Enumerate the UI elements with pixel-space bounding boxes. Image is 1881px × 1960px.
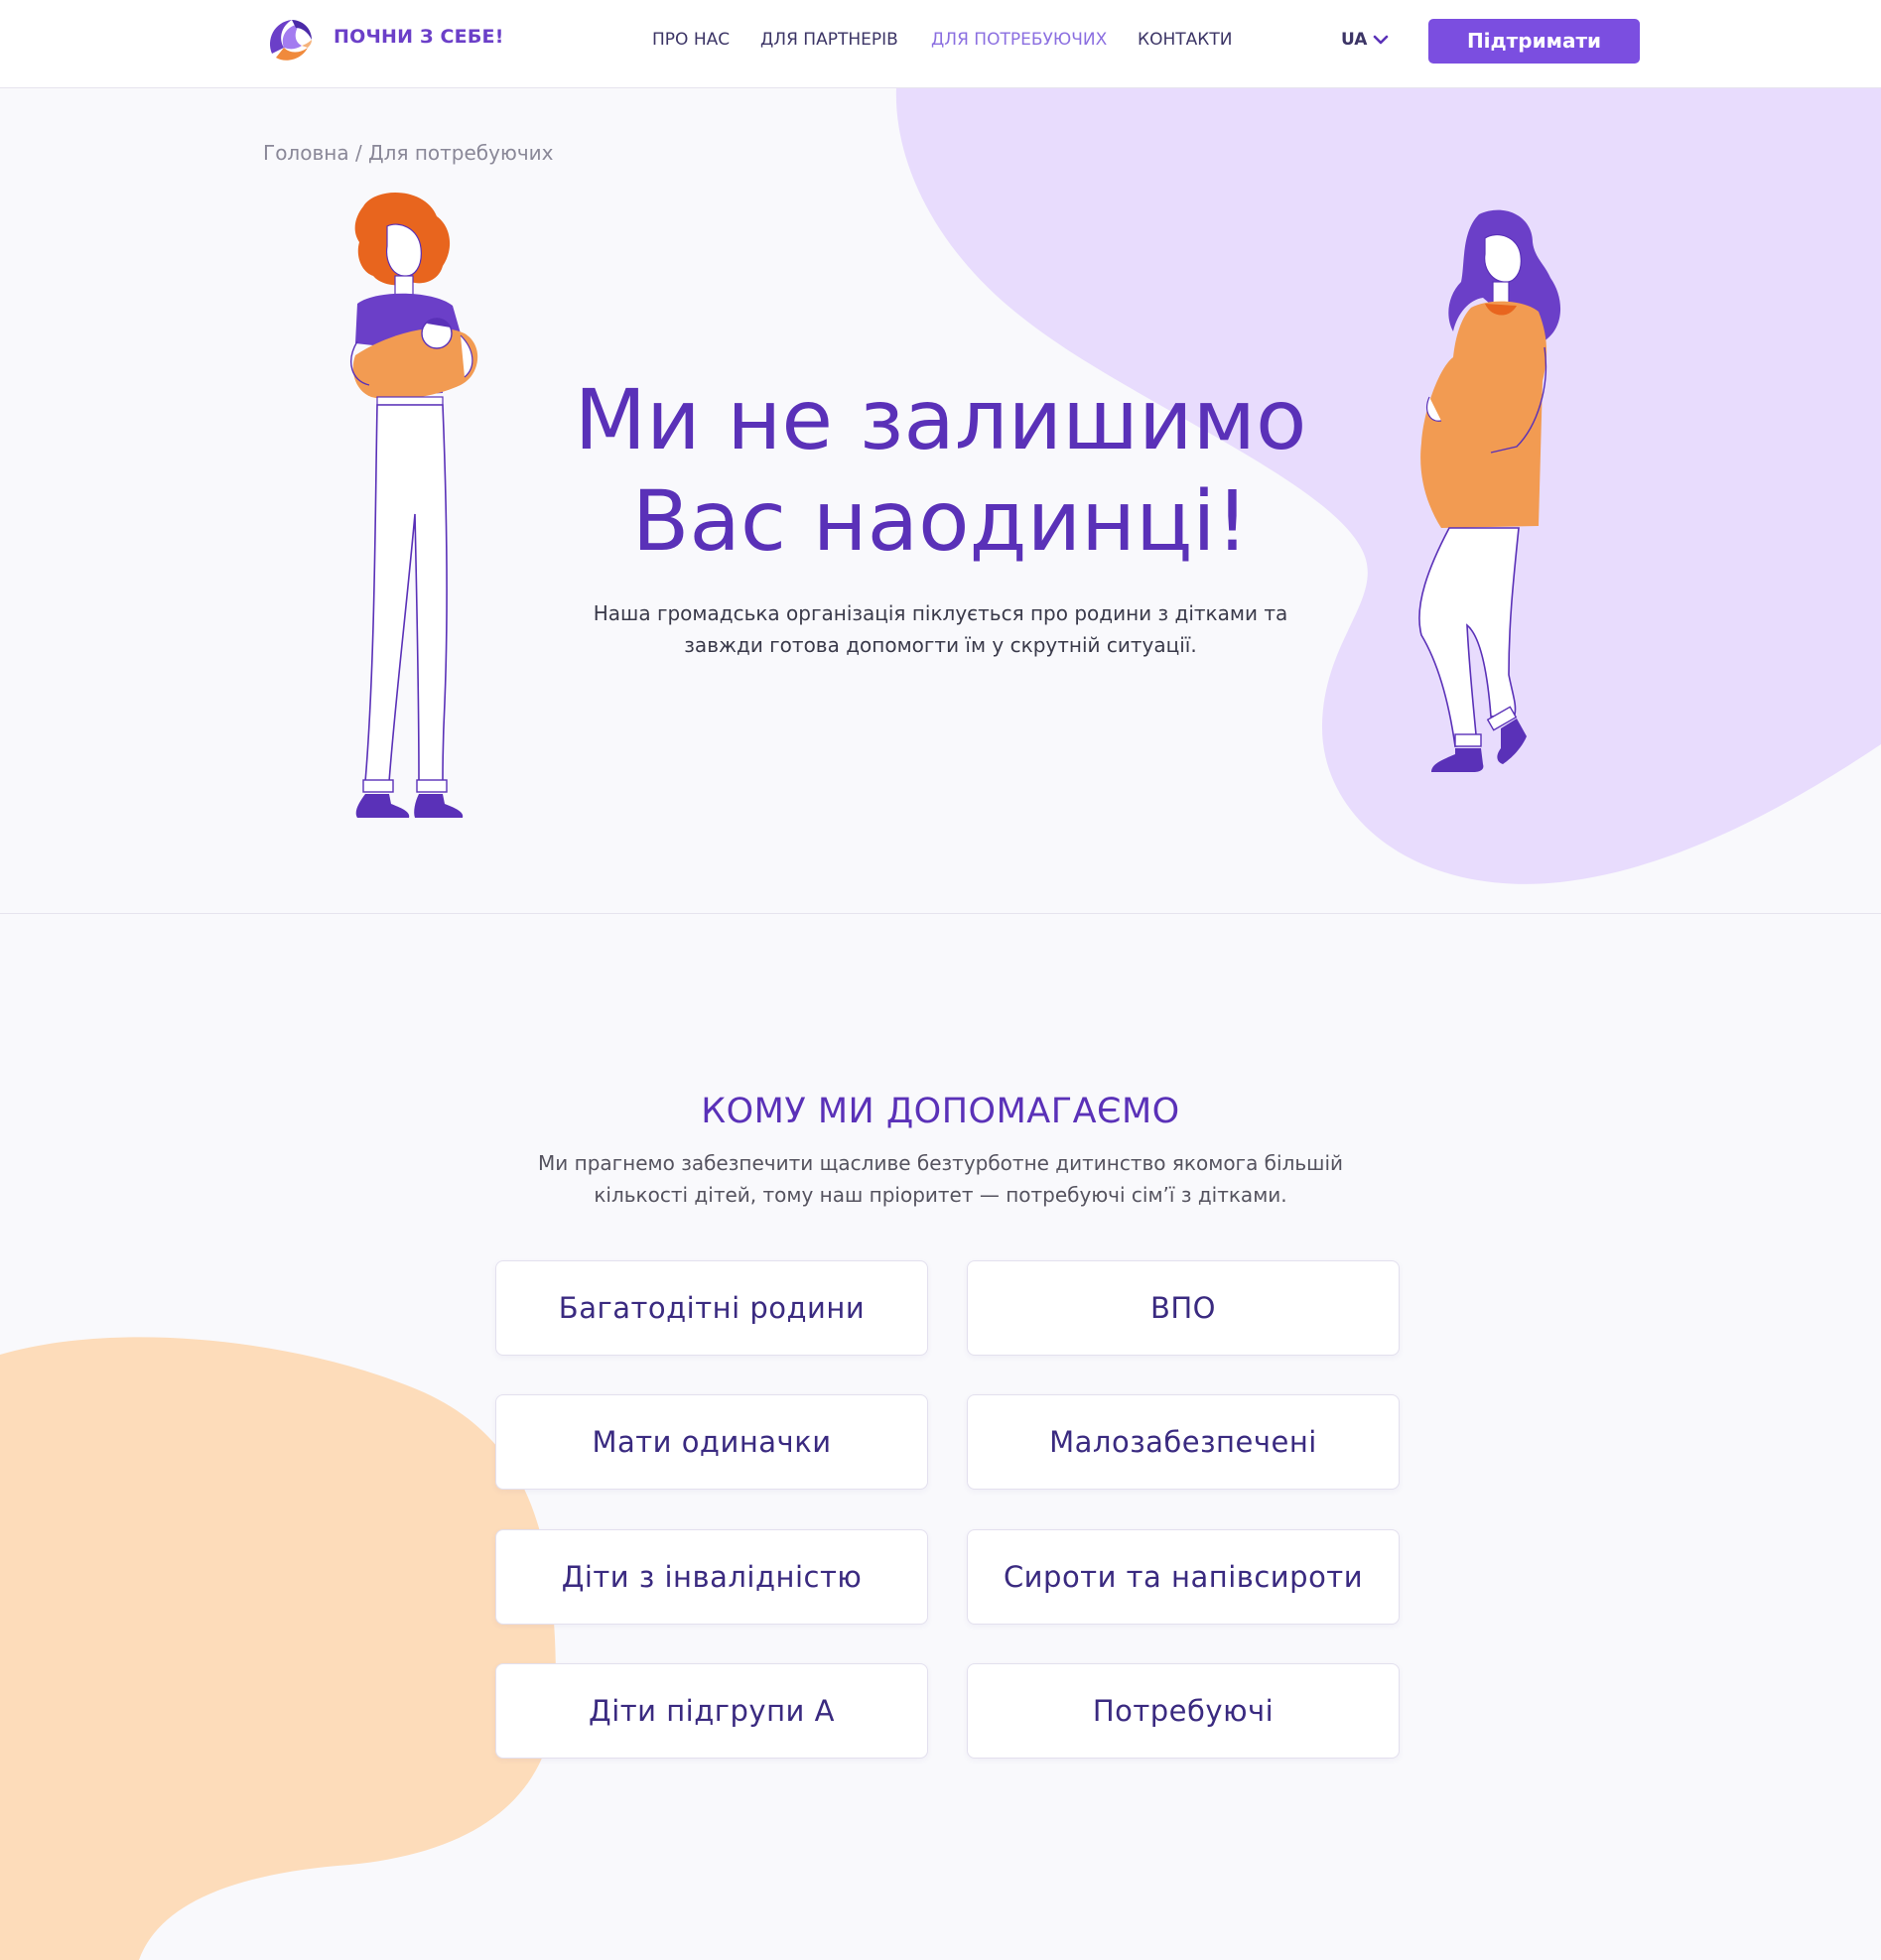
- help-subtitle-line1: Ми прагнемо забезпечити щасливе безтурбо…: [538, 1151, 1343, 1175]
- hero-subtitle-line1: Наша громадська організація піклується п…: [593, 601, 1288, 625]
- nav-about[interactable]: ПРО НАС: [652, 30, 730, 50]
- chevron-down-icon: [1374, 35, 1389, 45]
- category-card-subgroup-a[interactable]: Діти підгрупи А: [495, 1663, 928, 1759]
- language-label: UA: [1341, 30, 1368, 50]
- category-card-low-income[interactable]: Малозабезпечені: [967, 1394, 1400, 1490]
- logo-icon[interactable]: [262, 14, 318, 69]
- language-selector[interactable]: UA: [1341, 30, 1389, 50]
- logo-text[interactable]: ПОЧНИ З СЕБЕ!: [334, 26, 504, 48]
- category-card-orphans[interactable]: Сироти та напівсироти: [967, 1529, 1400, 1625]
- breadcrumb: Головна / Для потребуючих: [263, 141, 553, 165]
- help-section-title: КОМУ МИ ДОПОМАГАЄМО: [701, 1092, 1180, 1131]
- breadcrumb-current: Для потребуючих: [368, 141, 554, 165]
- hero-subtitle-line2: завжди готова допомогти їм у скрутній си…: [684, 633, 1197, 657]
- help-subtitle-line2: кількості дітей, тому наш пріоритет — по…: [594, 1183, 1287, 1207]
- category-card-idp[interactable]: ВПО: [967, 1260, 1400, 1356]
- site-header: ПОЧНИ З СЕБЕ! ПРО НАС ДЛЯ ПАРТНЕРІВ ДЛЯ …: [0, 0, 1881, 88]
- nav-in-need[interactable]: ДЛЯ ПОТРЕБУЮЧИХ: [931, 30, 1107, 50]
- category-card-single-mothers[interactable]: Мати одиначки: [495, 1394, 928, 1490]
- category-card-in-need[interactable]: Потребуючі: [967, 1663, 1400, 1759]
- hero-title-line1: Ми не залишимо: [574, 371, 1307, 468]
- category-card-disabled-children[interactable]: Діти з інвалідністю: [495, 1529, 928, 1625]
- hero-subtitle: Наша громадська організація піклується п…: [0, 597, 1881, 661]
- hero-title: Ми не залишимо Вас наодинці!: [0, 369, 1881, 572]
- breadcrumb-separator: /: [354, 141, 362, 165]
- hero-title-line2: Вас наодинці!: [631, 472, 1250, 570]
- support-button[interactable]: Підтримати: [1428, 19, 1640, 64]
- help-section-subtitle: Ми прагнемо забезпечити щасливе безтурбо…: [0, 1147, 1881, 1211]
- nav-contacts[interactable]: КОНТАКТИ: [1138, 30, 1232, 50]
- peach-blob: [0, 1337, 556, 1960]
- section-divider: [0, 913, 1881, 914]
- breadcrumb-home[interactable]: Головна: [263, 141, 349, 165]
- category-card-large-families[interactable]: Багатодітні родини: [495, 1260, 928, 1356]
- nav-partners[interactable]: ДЛЯ ПАРТНЕРІВ: [760, 30, 898, 50]
- background-shapes: [0, 87, 1881, 1960]
